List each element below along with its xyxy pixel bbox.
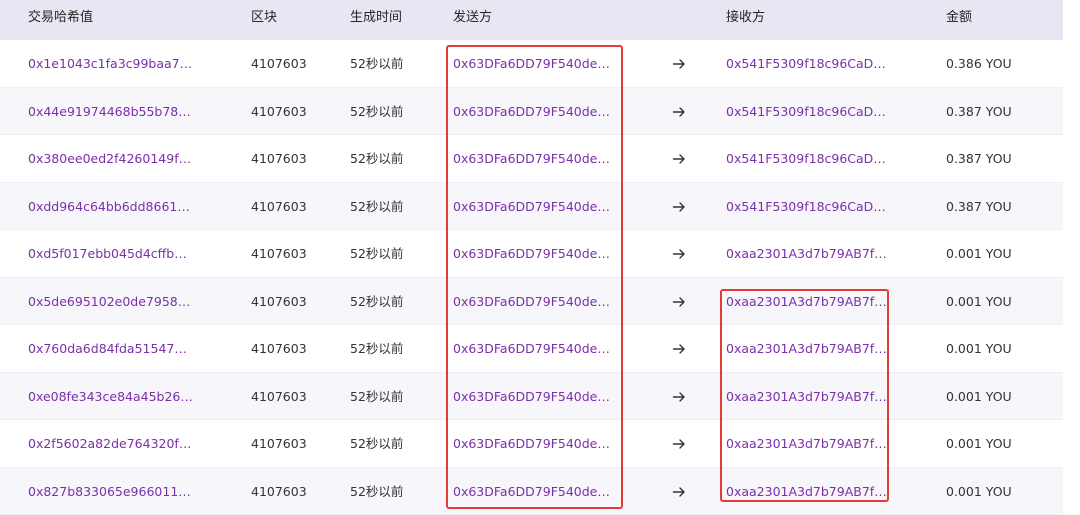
receiver-address-link[interactable]: 0xaa2301A3d7b79AB7f…	[726, 278, 887, 326]
sender-address-link[interactable]: 0x63DFa6DD79F540de…	[453, 468, 610, 515]
tx-hash-link[interactable]: 0x44e91974468b55b78…	[28, 88, 191, 136]
amount-value: 0.386 YOU	[946, 56, 1012, 71]
created-time: 52秒以前	[350, 198, 404, 214]
amount-value: 0.001 YOU	[946, 388, 1012, 404]
header-block: 区块	[251, 10, 278, 25]
table-header: 交易哈希值 区块 生成时间 发送方 接收方 金额	[0, 0, 1063, 40]
block-number: 4107603	[251, 388, 307, 404]
block-number: 4107603	[251, 293, 307, 309]
header-time: 生成时间	[350, 10, 403, 25]
sender-address-link[interactable]: 0x63DFa6DD79F540de…	[453, 88, 610, 136]
amount-value: 0.387 YOU	[946, 198, 1012, 214]
block-number: 4107603	[251, 341, 307, 356]
table-row: 0xe08fe343ce84a45b26… 4107603 52秒以前 0x63…	[0, 372, 1063, 421]
transactions-page: 交易哈希值 区块 生成时间 发送方 接收方 金额 0x1e1043c1fa3c9…	[0, 0, 1080, 515]
created-time: 52秒以前	[350, 103, 404, 119]
sender-address-link[interactable]: 0x63DFa6DD79F540de…	[453, 373, 610, 421]
sender-address-link[interactable]: 0x63DFa6DD79F540de…	[453, 40, 610, 88]
table-row: 0x380ee0ed2f4260149f… 4107603 52秒以前 0x63…	[0, 135, 1063, 183]
arrow-right-icon	[672, 344, 685, 354]
receiver-address-link[interactable]: 0xaa2301A3d7b79AB7f…	[726, 373, 887, 421]
table-row: 0xd5f017ebb045d4cffb… 4107603 52秒以前 0x63…	[0, 230, 1063, 278]
amount-value: 0.387 YOU	[946, 103, 1012, 119]
arrow-right-icon	[672, 154, 685, 164]
sender-address-link[interactable]: 0x63DFa6DD79F540de…	[453, 230, 610, 278]
table-row: 0x1e1043c1fa3c99baa7… 4107603 52秒以前 0x63…	[0, 40, 1063, 88]
arrow-right-icon	[672, 59, 685, 69]
tx-hash-link[interactable]: 0x2f5602a82de764320f…	[28, 420, 191, 468]
receiver-address-link[interactable]: 0x541F5309f18c96CaD…	[726, 88, 886, 136]
block-number: 4107603	[251, 198, 307, 214]
tx-hash-link[interactable]: 0x380ee0ed2f4260149f…	[28, 135, 191, 183]
arrow-right-icon	[672, 249, 685, 259]
amount-value: 0.001 YOU	[946, 246, 1012, 261]
tx-hash-link[interactable]: 0x827b833065e966011…	[28, 468, 191, 515]
table-row: 0x2f5602a82de764320f… 4107603 52秒以前 0x63…	[0, 420, 1063, 468]
tx-hash-link[interactable]: 0x1e1043c1fa3c99baa7…	[28, 40, 192, 88]
block-number: 4107603	[251, 246, 307, 261]
arrow-right-icon	[672, 486, 685, 497]
created-time: 52秒以前	[350, 483, 404, 499]
sender-address-link[interactable]: 0x63DFa6DD79F540de…	[453, 278, 610, 326]
sender-address-link[interactable]: 0x63DFa6DD79F540de…	[453, 135, 610, 183]
tx-hash-link[interactable]: 0x760da6d84fda51547…	[28, 325, 187, 373]
arrow-right-icon	[672, 106, 685, 117]
tx-hash-link[interactable]: 0xd5f017ebb045d4cffb…	[28, 230, 187, 278]
table-row: 0x5de695102e0de7958… 4107603 52秒以前 0x63D…	[0, 277, 1063, 326]
receiver-address-link[interactable]: 0xaa2301A3d7b79AB7f…	[726, 325, 887, 373]
block-number: 4107603	[251, 56, 307, 71]
header-hash: 交易哈希值	[28, 10, 94, 25]
created-time: 52秒以前	[350, 151, 404, 166]
amount-value: 0.001 YOU	[946, 483, 1012, 499]
table-row: 0xdd964c64bb6dd8661… 4107603 52秒以前 0x63D…	[0, 182, 1063, 231]
created-time: 52秒以前	[350, 341, 404, 356]
created-time: 52秒以前	[350, 388, 404, 404]
header-to: 接收方	[726, 10, 766, 25]
created-time: 52秒以前	[350, 436, 404, 451]
receiver-address-link[interactable]: 0x541F5309f18c96CaD…	[726, 183, 886, 231]
block-number: 4107603	[251, 483, 307, 499]
arrow-right-icon	[672, 201, 685, 212]
amount-value: 0.001 YOU	[946, 293, 1012, 309]
arrow-right-icon	[672, 391, 685, 402]
transactions-table: 交易哈希值 区块 生成时间 发送方 接收方 金额 0x1e1043c1fa3c9…	[0, 0, 1063, 515]
sender-address-link[interactable]: 0x63DFa6DD79F540de…	[453, 420, 610, 468]
table-row: 0x760da6d84fda51547… 4107603 52秒以前 0x63D…	[0, 325, 1063, 373]
created-time: 52秒以前	[350, 293, 404, 309]
block-number: 4107603	[251, 103, 307, 119]
receiver-address-link[interactable]: 0xaa2301A3d7b79AB7f…	[726, 420, 887, 468]
tx-hash-link[interactable]: 0xdd964c64bb6dd8661…	[28, 183, 190, 231]
tx-hash-link[interactable]: 0xe08fe343ce84a45b26…	[28, 373, 193, 421]
receiver-address-link[interactable]: 0xaa2301A3d7b79AB7f…	[726, 468, 887, 515]
table-row: 0x44e91974468b55b78… 4107603 52秒以前 0x63D…	[0, 87, 1063, 136]
sender-address-link[interactable]: 0x63DFa6DD79F540de…	[453, 325, 610, 373]
arrow-right-icon	[672, 439, 685, 449]
sender-address-link[interactable]: 0x63DFa6DD79F540de…	[453, 183, 610, 231]
amount-value: 0.387 YOU	[946, 151, 1012, 166]
arrow-right-icon	[672, 296, 685, 307]
receiver-address-link[interactable]: 0x541F5309f18c96CaD…	[726, 135, 886, 183]
receiver-address-link[interactable]: 0x541F5309f18c96CaD…	[726, 40, 886, 88]
table-body: 0x1e1043c1fa3c99baa7… 4107603 52秒以前 0x63…	[0, 40, 1063, 515]
tx-hash-link[interactable]: 0x5de695102e0de7958…	[28, 278, 190, 326]
header-amount: 金额	[946, 10, 973, 25]
block-number: 4107603	[251, 151, 307, 166]
header-from: 发送方	[453, 10, 493, 25]
amount-value: 0.001 YOU	[946, 436, 1012, 451]
amount-value: 0.001 YOU	[946, 341, 1012, 356]
receiver-address-link[interactable]: 0xaa2301A3d7b79AB7f…	[726, 230, 887, 278]
created-time: 52秒以前	[350, 246, 404, 261]
created-time: 52秒以前	[350, 56, 404, 71]
block-number: 4107603	[251, 436, 307, 451]
table-row: 0x827b833065e966011… 4107603 52秒以前 0x63D…	[0, 467, 1063, 515]
